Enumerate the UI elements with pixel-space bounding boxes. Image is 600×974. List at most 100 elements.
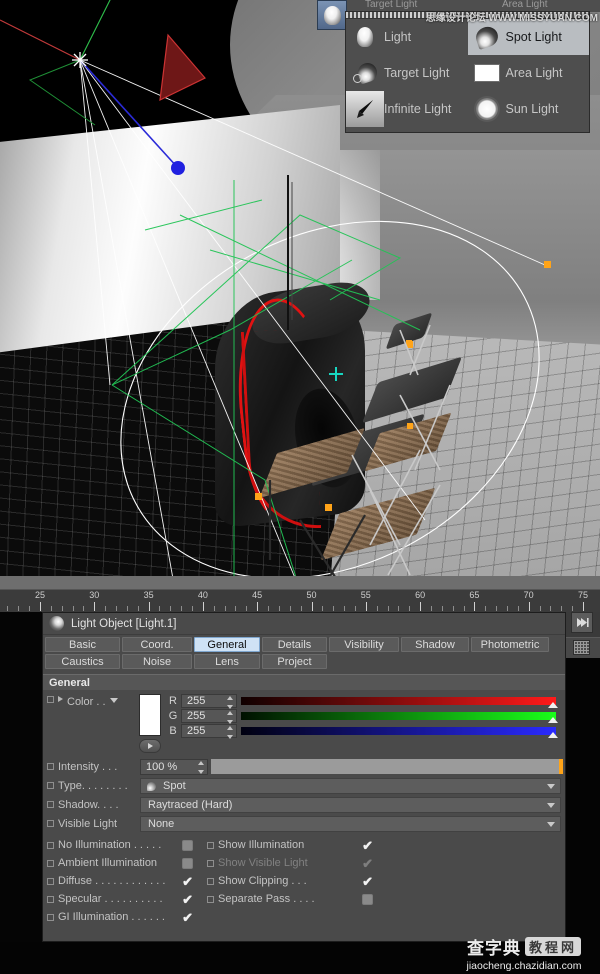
tab-lens[interactable]: Lens (194, 654, 260, 669)
unchecked-box-icon[interactable] (362, 894, 373, 905)
chevron-right-icon[interactable] (58, 696, 63, 702)
timeline-minor-tick (235, 606, 236, 611)
timeline-minor-tick (105, 606, 106, 611)
option-label: Separate Pass . . . . (218, 893, 362, 905)
color-channel-value-g: 255 (187, 710, 205, 722)
unchecked-box-icon[interactable] (182, 840, 193, 851)
intensity-slider-handle[interactable] (559, 759, 563, 774)
checkbox-row: Specular . . . . . . . . . .✔ (43, 890, 203, 908)
color-channel-slider-g[interactable] (241, 712, 556, 720)
infinite-light-icon (353, 97, 377, 121)
color-animate-checkbox[interactable] (47, 696, 54, 703)
spot-light-icon (473, 24, 500, 50)
timeline-minor-tick (431, 606, 432, 611)
tab-photometric[interactable]: Photometric (471, 637, 549, 652)
color-channel-field-r[interactable]: 255 (181, 694, 237, 708)
tab-general[interactable]: General (194, 637, 260, 652)
light-toolbar-button[interactable] (317, 0, 347, 30)
type-dropdown[interactable]: Spot (140, 778, 561, 794)
color-channel-slider-r[interactable] (241, 697, 556, 705)
timeline-minor-tick (453, 606, 454, 611)
animate-checkbox[interactable] (207, 860, 214, 867)
color-swatch[interactable] (139, 694, 161, 736)
slider-handle[interactable] (548, 717, 558, 723)
checkmark-icon[interactable]: ✔ (362, 858, 373, 869)
skip-to-end-button[interactable] (571, 612, 593, 633)
color-channel-spinner-b[interactable] (226, 726, 233, 739)
slider-handle[interactable] (548, 732, 558, 738)
timeline-major-tick (474, 602, 475, 611)
animate-checkbox[interactable] (47, 842, 54, 849)
visible-light-animate-checkbox[interactable] (47, 820, 54, 827)
color-channel-field-b[interactable]: 255 (181, 724, 237, 738)
color-channel-slider-b[interactable] (241, 727, 556, 735)
shadow-dropdown[interactable]: Raytraced (Hard) (140, 797, 561, 813)
tab-details[interactable]: Details (262, 637, 327, 652)
tab-coord[interactable]: Coord. (122, 637, 192, 652)
color-channel-spinner-g[interactable] (226, 711, 233, 724)
color-mode-button[interactable] (139, 739, 161, 753)
intensity-field[interactable]: 100 % (140, 759, 208, 775)
animate-checkbox[interactable] (207, 842, 214, 849)
tab-noise[interactable]: Noise (122, 654, 192, 669)
tab-shadow[interactable]: Shadow (401, 637, 469, 652)
animate-checkbox[interactable] (207, 896, 214, 903)
checkmark-icon[interactable]: ✔ (182, 894, 193, 905)
popup-item-light[interactable]: Light (346, 19, 468, 55)
tab-project[interactable]: Project (262, 654, 327, 669)
popup-item-target-light[interactable]: Target Light (346, 55, 468, 91)
option-label: Specular . . . . . . . . . . (58, 893, 182, 905)
watermark-top: 思缘设计论坛 WWW.MISSYUAN.COM (345, 10, 598, 22)
checkmark-icon[interactable]: ✔ (182, 876, 193, 887)
checkmark-icon[interactable]: ✔ (182, 912, 193, 923)
color-channel-spinner-r[interactable] (226, 696, 233, 709)
timeline-minor-tick (159, 606, 160, 611)
intensity-animate-checkbox[interactable] (47, 763, 54, 770)
timeline-tick-label: 55 (361, 590, 371, 600)
popup-item-area-light[interactable]: Area Light (468, 55, 590, 91)
grid-button[interactable] (573, 640, 590, 655)
checkmark-icon[interactable]: ✔ (362, 840, 373, 851)
timeline-minor-tick (518, 606, 519, 611)
checkbox-row: Ambient Illumination (43, 854, 203, 872)
timeline-ruler[interactable]: 2530354045505560657075 (0, 589, 600, 612)
timeline-major-tick (583, 602, 584, 611)
tab-basic[interactable]: Basic (45, 637, 120, 652)
popup-column-right: Spot Light Area Light Sun Light (468, 19, 590, 133)
timeline-minor-tick (181, 606, 182, 611)
timeline-tick-label: 50 (306, 590, 316, 600)
animate-checkbox[interactable] (47, 914, 54, 921)
animate-checkbox[interactable] (47, 878, 54, 885)
section-header-general: General (43, 674, 565, 690)
intensity-label: Intensity . . . (58, 761, 140, 773)
tab-visibility[interactable]: Visibility (329, 637, 399, 652)
intensity-slider[interactable] (211, 759, 563, 774)
visible-light-dropdown[interactable]: None (140, 816, 561, 832)
option-label: Show Visible Light (218, 857, 362, 869)
type-animate-checkbox[interactable] (47, 782, 54, 789)
timeline-minor-tick (138, 606, 139, 611)
popup-item-infinite-light[interactable]: Infinite Light (346, 91, 468, 127)
popup-item-sun-light[interactable]: Sun Light (468, 91, 590, 127)
slider-handle[interactable] (548, 702, 558, 708)
animate-checkbox[interactable] (47, 896, 54, 903)
color-channel-field-g[interactable]: 255 (181, 709, 237, 723)
chevron-down-icon[interactable] (110, 698, 118, 703)
timeline-minor-tick (7, 606, 8, 611)
tab-caustics[interactable]: Caustics (45, 654, 120, 669)
option-label: Show Illumination (218, 839, 362, 851)
intensity-spinner[interactable] (197, 761, 204, 774)
timeline-minor-tick (540, 606, 541, 611)
popup-item-label: Area Light (506, 66, 563, 80)
toolbar-item-target-light[interactable]: Target Light (365, 0, 417, 10)
color-channel-label-g: G (165, 710, 181, 722)
shadow-row: Shadow. . . . Raytraced (Hard) (43, 795, 565, 814)
popup-item-spot-light[interactable]: Spot Light (468, 19, 590, 55)
popup-item-icon-slot (468, 91, 506, 127)
timeline-minor-tick (388, 606, 389, 611)
animate-checkbox[interactable] (207, 878, 214, 885)
shadow-animate-checkbox[interactable] (47, 801, 54, 808)
animate-checkbox[interactable] (47, 860, 54, 867)
checkmark-icon[interactable]: ✔ (362, 876, 373, 887)
unchecked-box-icon[interactable] (182, 858, 193, 869)
